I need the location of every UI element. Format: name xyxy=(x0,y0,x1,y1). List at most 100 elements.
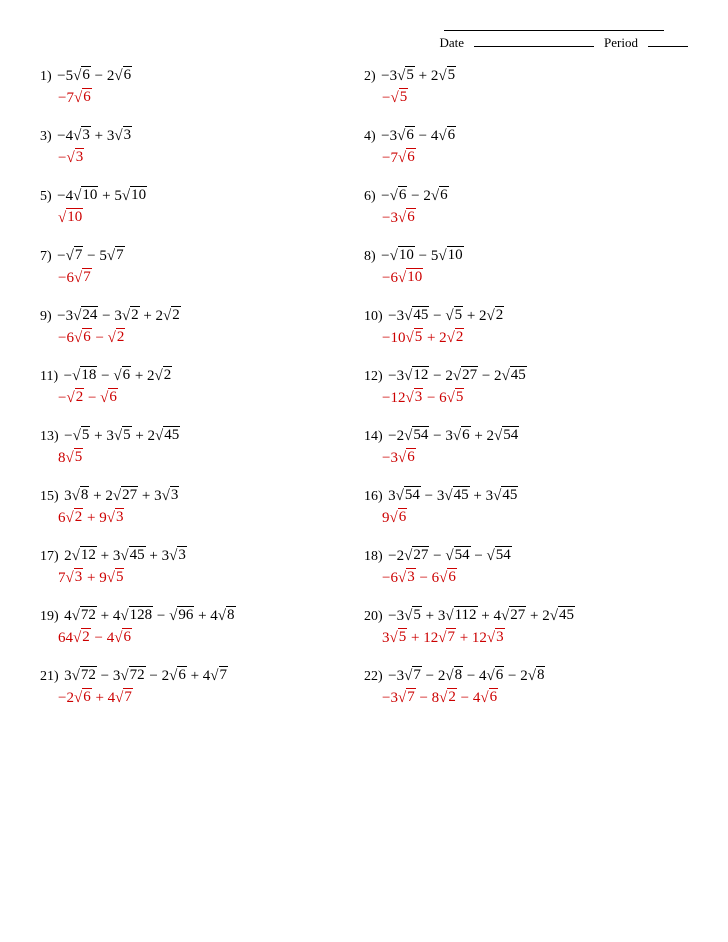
problem-answer-22: −3√7 − 8√2 − 4√6 xyxy=(364,689,678,707)
problem-row-21: 21) 3√72 − 3√72 − 2√6 + 4√7 xyxy=(40,667,354,685)
problem-expr-21: 3√72 − 3√72 − 2√6 + 4√7 xyxy=(64,668,228,684)
period-underline xyxy=(648,46,688,47)
problem-number-13: 13) xyxy=(40,429,62,444)
problem-answer-2: −√5 xyxy=(364,89,678,107)
problem-number-14: 14) xyxy=(364,429,386,444)
problem-expr-9: −3√24 − 3√2 + 2√2 xyxy=(57,308,181,324)
date-underline xyxy=(474,46,594,47)
problem-number-17: 17) xyxy=(40,549,62,564)
problem-expr-12: −3√12 − 2√27 − 2√45 xyxy=(388,368,527,384)
problem-number-2: 2) xyxy=(364,69,379,84)
problem-row-7: 7) −√7 − 5√7 xyxy=(40,247,354,265)
problem-expr-7: −√7 − 5√7 xyxy=(57,248,124,264)
problem-expr-20: −3√5 + 3√112 + 4√27 + 2√45 xyxy=(388,608,575,624)
problem-answer-15: 6√2 + 9√3 xyxy=(40,509,354,527)
problem-expr-4: −3√6 − 4√6 xyxy=(381,128,456,144)
problem-answer-11: −√2 − √6 xyxy=(40,389,354,407)
problem-answer-5: √10 xyxy=(40,209,354,227)
problem-cell-7: 7) −√7 − 5√7 −6√7 xyxy=(40,241,364,301)
problem-number-18: 18) xyxy=(364,549,386,564)
problem-row-8: 8) −√10 − 5√10 xyxy=(364,247,678,265)
problem-row-15: 15) 3√8 + 2√27 + 3√3 xyxy=(40,487,354,505)
problem-row-6: 6) −√6 − 2√6 xyxy=(364,187,678,205)
problem-cell-3: 3) −4√3 + 3√3 −√3 xyxy=(40,121,364,181)
problem-cell-17: 17) 2√12 + 3√45 + 3√37√3 + 9√5 xyxy=(40,541,364,601)
problem-row-3: 3) −4√3 + 3√3 xyxy=(40,127,354,145)
problem-expr-3: −4√3 + 3√3 xyxy=(57,128,132,144)
problem-number-19: 19) xyxy=(40,609,62,624)
name-line xyxy=(440,30,664,31)
problem-answer-7: −6√7 xyxy=(40,269,354,287)
problem-number-11: 11) xyxy=(40,369,62,384)
problem-number-6: 6) xyxy=(364,189,379,204)
problem-expr-22: −3√7 − 2√8 − 4√6 − 2√8 xyxy=(388,668,545,684)
problem-number-22: 22) xyxy=(364,669,386,684)
problem-expr-17: 2√12 + 3√45 + 3√3 xyxy=(64,548,187,564)
problem-answer-19: 64√2 − 4√6 xyxy=(40,629,354,647)
problem-expr-13: −√5 + 3√5 + 2√45 xyxy=(64,428,180,444)
problem-number-15: 15) xyxy=(40,489,62,504)
problem-cell-6: 6) −√6 − 2√6 −3√6 xyxy=(364,181,688,241)
problem-expr-15: 3√8 + 2√27 + 3√3 xyxy=(64,488,179,504)
problem-number-7: 7) xyxy=(40,249,55,264)
problem-expr-16: 3√54 − 3√45 + 3√45 xyxy=(388,488,518,504)
problem-answer-13: 8√5 xyxy=(40,449,354,467)
problem-row-4: 4) −3√6 − 4√6 xyxy=(364,127,678,145)
problem-row-13: 13) −√5 + 3√5 + 2√45 xyxy=(40,427,354,445)
problem-number-21: 21) xyxy=(40,669,62,684)
problem-answer-18: −6√3 − 6√6 xyxy=(364,569,678,587)
problem-expr-11: −√18 − √6 + 2√2 xyxy=(64,368,173,384)
problem-row-14: 14) −2√54 − 3√6 + 2√54 xyxy=(364,427,678,445)
problem-row-2: 2) −3√5 + 2√5 xyxy=(364,67,678,85)
date-period-line: Date Period xyxy=(440,35,689,51)
problem-answer-21: −2√6 + 4√7 xyxy=(40,689,354,707)
problem-row-12: 12) −3√12 − 2√27 − 2√45 xyxy=(364,367,678,385)
problem-number-16: 16) xyxy=(364,489,386,504)
problem-answer-9: −6√6 − √2 xyxy=(40,329,354,347)
problem-cell-13: 13) −√5 + 3√5 + 2√45 8√5 xyxy=(40,421,364,481)
problem-cell-22: 22) −3√7 − 2√8 − 4√6 − 2√8 −3√7 − 8√2 − 4… xyxy=(364,661,688,721)
problem-expr-1: −5√6 − 2√6 xyxy=(57,68,132,84)
problem-answer-10: −10√5 + 2√2 xyxy=(364,329,678,347)
problem-cell-11: 11) −√18 − √6 + 2√2 −√2 − √6 xyxy=(40,361,364,421)
problem-expr-6: −√6 − 2√6 xyxy=(381,188,448,204)
problem-answer-1: −7√6 xyxy=(40,89,354,107)
problem-row-5: 5) −4√10 + 5√10 xyxy=(40,187,354,205)
problem-number-5: 5) xyxy=(40,189,55,204)
problem-row-17: 17) 2√12 + 3√45 + 3√3 xyxy=(40,547,354,565)
name-underline xyxy=(444,30,664,31)
problem-cell-14: 14) −2√54 − 3√6 + 2√54 −3√6 xyxy=(364,421,688,481)
problem-cell-4: 4) −3√6 − 4√6 −7√6 xyxy=(364,121,688,181)
problem-row-22: 22) −3√7 − 2√8 − 4√6 − 2√8 xyxy=(364,667,678,685)
problem-answer-6: −3√6 xyxy=(364,209,678,227)
problem-cell-18: 18) −2√27 − √54 − √54 −6√3 − 6√6 xyxy=(364,541,688,601)
problem-expr-10: −3√45 − √5 + 2√2 xyxy=(388,308,504,324)
problem-number-4: 4) xyxy=(364,129,379,144)
problem-row-1: 1) −5√6 − 2√6 xyxy=(40,67,354,85)
problem-cell-5: 5) −4√10 + 5√10 √10 xyxy=(40,181,364,241)
problem-number-12: 12) xyxy=(364,369,386,384)
period-label: Period xyxy=(604,35,638,51)
problem-number-20: 20) xyxy=(364,609,386,624)
problem-cell-9: 9) −3√24 − 3√2 + 2√2−6√6 − √2 xyxy=(40,301,364,361)
date-label: Date xyxy=(440,35,465,51)
problem-expr-19: 4√72 + 4√128 − √96 + 4√8 xyxy=(64,608,235,624)
problem-expr-2: −3√5 + 2√5 xyxy=(381,68,456,84)
problem-answer-4: −7√6 xyxy=(364,149,678,167)
problem-cell-10: 10) −3√45 − √5 + 2√2−10√5 + 2√2 xyxy=(364,301,688,361)
problem-cell-8: 8) −√10 − 5√10−6√10 xyxy=(364,241,688,301)
problem-expr-14: −2√54 − 3√6 + 2√54 xyxy=(388,428,519,444)
problem-cell-1: 1) −5√6 − 2√6 −7√6 xyxy=(40,61,364,121)
problem-cell-21: 21) 3√72 − 3√72 − 2√6 + 4√7 −2√6 + 4√7 xyxy=(40,661,364,721)
problem-number-1: 1) xyxy=(40,69,55,84)
problem-answer-3: −√3 xyxy=(40,149,354,167)
problem-cell-19: 19) 4√72 + 4√128 − √96 + 4√8 64√2 − 4√6 xyxy=(40,601,364,661)
problem-number-8: 8) xyxy=(364,249,379,264)
problem-row-18: 18) −2√27 − √54 − √54 xyxy=(364,547,678,565)
problem-row-16: 16) 3√54 − 3√45 + 3√45 xyxy=(364,487,678,505)
problem-expr-5: −4√10 + 5√10 xyxy=(57,188,147,204)
problem-answer-16: 9√6 xyxy=(364,509,678,527)
problem-answer-12: −12√3 − 6√5 xyxy=(364,389,678,407)
problem-cell-15: 15) 3√8 + 2√27 + 3√3 6√2 + 9√3 xyxy=(40,481,364,541)
problem-answer-14: −3√6 xyxy=(364,449,678,467)
